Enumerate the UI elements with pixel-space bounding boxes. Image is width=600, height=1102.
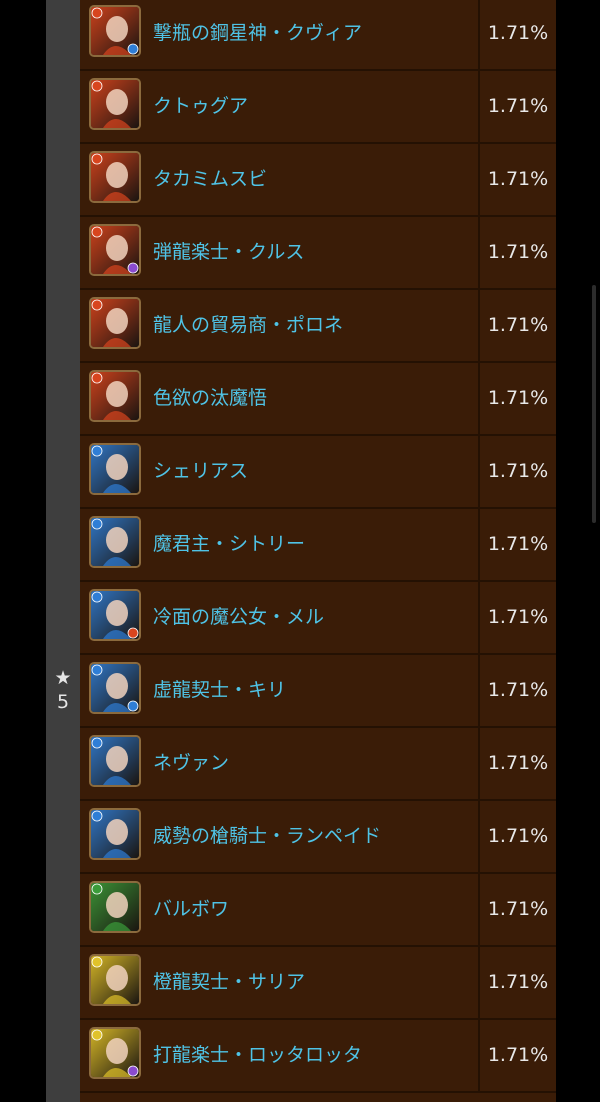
monster-avatar-icon[interactable] (89, 881, 141, 933)
drop-rate: 1.71% (487, 22, 549, 44)
monster-name-link[interactable]: 色欲の汰魔悟 (153, 363, 267, 434)
monster-name-link[interactable]: 龍人の貿易商・ポロネ (153, 290, 343, 361)
monster-name-link[interactable]: 打龍楽士・ロッタロッタ (153, 1020, 362, 1091)
drop-rate: 1.71% (487, 241, 549, 263)
drop-rate: 1.71% (487, 971, 549, 993)
monster-name-link[interactable]: バルボワ (153, 874, 229, 945)
table-row[interactable]: 冷面の魔公女・メル 1.71% (80, 582, 556, 655)
table-row[interactable]: クトゥグア 1.71% (80, 71, 556, 144)
monster-avatar-icon[interactable] (89, 78, 141, 130)
monster-name-link[interactable]: 威勢の槍騎士・ランペイド (153, 801, 381, 872)
star-icon: ★ (54, 667, 72, 689)
table-row[interactable]: 威勢の槍騎士・ランペイド 1.71% (80, 801, 556, 874)
left-gutter (0, 0, 46, 1102)
monster-name-link[interactable]: タカミムスビ (153, 144, 267, 215)
monster-avatar-icon[interactable] (89, 370, 141, 422)
drop-rate: 1.71% (487, 1044, 549, 1066)
monster-avatar-icon[interactable] (89, 297, 141, 349)
table-row[interactable]: 虚龍契士・キリ 1.71% (80, 655, 556, 728)
right-gutter (556, 0, 600, 1102)
monster-rate-table: 撃瓶の鋼星神・クヴィア 1.71% クトゥグア 1.71% タカミムスビ 1.71% 弾龍楽… (80, 0, 556, 1102)
monster-avatar-icon[interactable] (89, 589, 141, 641)
rarity-label: ★ 5 (46, 666, 80, 714)
table-row[interactable]: 撃瓶の鋼星神・クヴィア 1.71% (80, 0, 556, 71)
table-row[interactable]: シェリアス 1.71% (80, 436, 556, 509)
monster-avatar-icon[interactable] (89, 662, 141, 714)
drop-rate: 1.71% (487, 314, 549, 336)
monster-name-link[interactable]: 橙龍契士・サリア (153, 947, 305, 1018)
monster-name-link[interactable]: 撃瓶の鋼星神・クヴィア (153, 0, 362, 69)
monster-name-link[interactable]: 冷面の魔公女・メル (153, 582, 324, 653)
table-row[interactable]: 色欲の汰魔悟 1.71% (80, 363, 556, 436)
rarity-value: 5 (56, 691, 70, 713)
drop-rate: 1.71% (487, 825, 549, 847)
drop-rate: 1.71% (487, 679, 549, 701)
table-row[interactable]: バルボワ 1.71% (80, 874, 556, 947)
monster-name-link[interactable]: 虚龍契士・キリ (153, 655, 286, 726)
monster-avatar-icon[interactable] (89, 443, 141, 495)
monster-avatar-icon[interactable] (89, 516, 141, 568)
drop-rate: 1.71% (487, 387, 549, 409)
monster-name-link[interactable]: 魔君主・シトリー (153, 509, 305, 580)
drop-rate: 1.71% (487, 898, 549, 920)
drop-rate: 1.71% (487, 95, 549, 117)
table-row[interactable]: 龍人の貿易商・ポロネ 1.71% (80, 290, 556, 363)
drop-rate: 1.71% (487, 752, 549, 774)
monster-avatar-icon[interactable] (89, 5, 141, 57)
scrollbar[interactable] (592, 285, 596, 523)
drop-rate: 1.71% (487, 168, 549, 190)
monster-name-link[interactable]: クトゥグア (153, 71, 248, 142)
drop-rate: 1.71% (487, 606, 549, 628)
monster-name-link[interactable]: ネヴァン (153, 728, 229, 799)
monster-name-link[interactable]: 弾龍楽士・クルス (153, 217, 304, 288)
table-row[interactable]: 橙龍契士・サリア 1.71% (80, 947, 556, 1020)
table-row[interactable]: 打龍楽士・ロッタロッタ 1.71% (80, 1020, 556, 1093)
monster-name-link[interactable]: シェリアス (153, 436, 248, 507)
table-row[interactable]: ネヴァン 1.71% (80, 728, 556, 801)
drop-rate: 1.71% (487, 460, 549, 482)
monster-avatar-icon[interactable] (89, 954, 141, 1006)
monster-avatar-icon[interactable] (89, 735, 141, 787)
table-row[interactable]: 弾龍楽士・クルス 1.71% (80, 217, 556, 290)
table-row[interactable]: 魔君主・シトリー 1.71% (80, 509, 556, 582)
monster-avatar-icon[interactable] (89, 1027, 141, 1079)
monster-avatar-icon[interactable] (89, 224, 141, 276)
table-row[interactable]: タカミムスビ 1.71% (80, 144, 556, 217)
monster-avatar-icon[interactable] (89, 808, 141, 860)
monster-avatar-icon[interactable] (89, 151, 141, 203)
rarity-column (46, 0, 80, 1102)
drop-rate: 1.71% (487, 533, 549, 555)
